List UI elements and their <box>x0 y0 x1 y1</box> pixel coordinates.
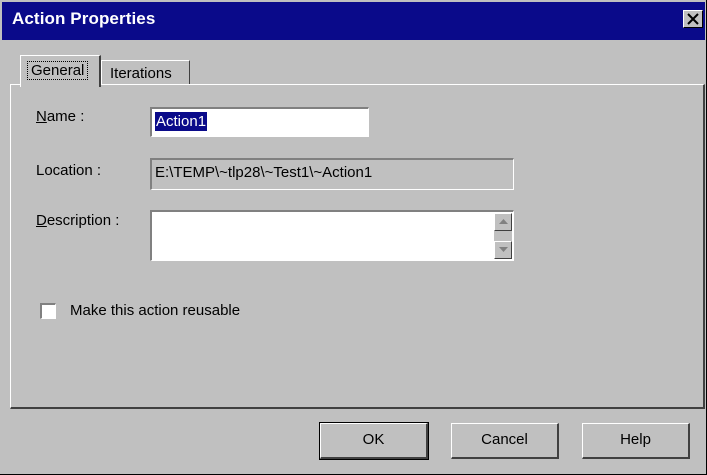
name-label: Name : <box>36 108 84 125</box>
tab-iterations-label: Iterations <box>110 65 172 82</box>
window-title: Action Properties <box>12 9 156 28</box>
close-button[interactable] <box>683 10 703 28</box>
reusable-label[interactable]: Make this action reusable <box>70 302 240 319</box>
description-label-text: escription : <box>46 212 120 229</box>
ok-button[interactable]: OK <box>319 422 429 460</box>
description-label-mnemonic: D <box>36 212 47 229</box>
description-field[interactable] <box>150 210 514 261</box>
arrow-up-icon <box>499 219 508 224</box>
description-label: Description : <box>36 212 119 229</box>
name-label-mnemonic: N <box>36 108 47 125</box>
close-icon <box>687 13 699 25</box>
description-scrollbar[interactable] <box>494 213 512 259</box>
scroll-down-button[interactable] <box>494 241 512 259</box>
name-label-text: ame : <box>46 108 85 125</box>
location-field: E:\TEMP\~tlp28\~Test1\~Action1 <box>150 158 514 190</box>
location-value: E:\TEMP\~tlp28\~Test1\~Action1 <box>155 164 373 181</box>
help-button[interactable]: Help <box>582 423 690 459</box>
cancel-button[interactable]: Cancel <box>451 423 559 459</box>
name-field[interactable]: Action1 <box>150 107 369 137</box>
tab-iterations[interactable]: Iterations <box>101 60 190 85</box>
title-bar[interactable]: Action Properties <box>2 2 705 40</box>
arrow-down-icon <box>499 247 508 252</box>
action-properties-dialog: Action Properties General Iterations Nam… <box>0 0 707 475</box>
scroll-up-button[interactable] <box>494 213 512 231</box>
tab-general-label: General <box>27 61 89 80</box>
location-label: Location : <box>36 162 102 179</box>
name-field-value: Action1 <box>155 112 208 131</box>
tab-general[interactable]: General <box>20 55 101 87</box>
reusable-checkbox[interactable] <box>40 303 56 319</box>
